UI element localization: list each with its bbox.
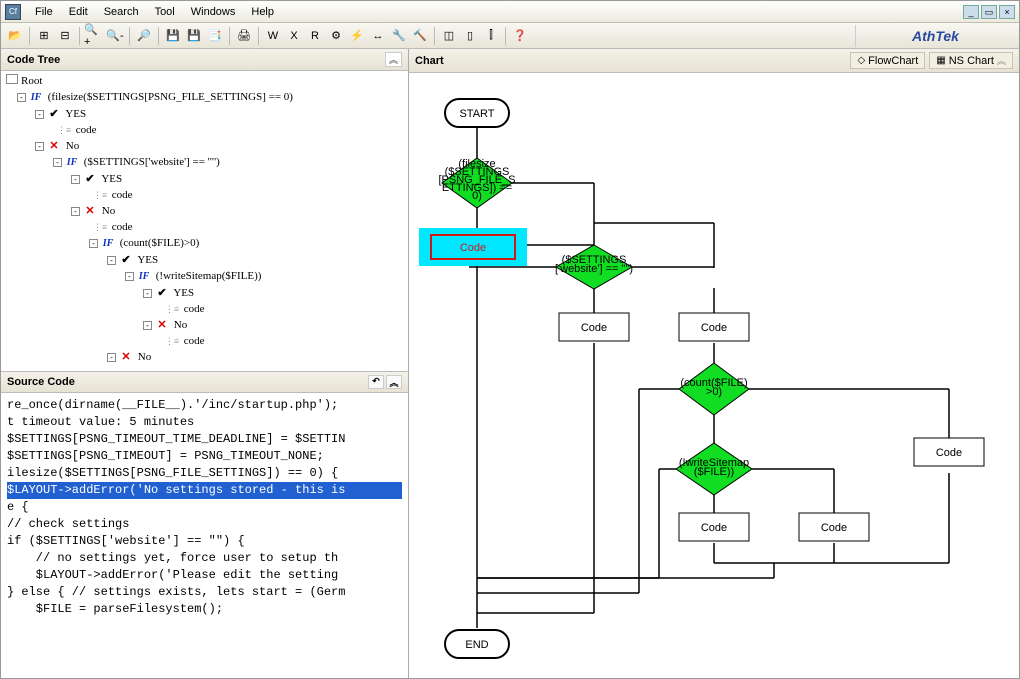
minimize-button[interactable]: _: [963, 5, 979, 19]
help-icon[interactable]: ❓: [510, 26, 530, 46]
flow-end[interactable]: END: [445, 630, 509, 658]
tab-nschart[interactable]: ▦NS Chart ︽: [929, 52, 1013, 69]
export-x-icon[interactable]: X: [284, 26, 304, 46]
maximize-button[interactable]: ▭: [981, 5, 997, 19]
flow-code-box[interactable]: Code: [559, 313, 629, 341]
flow-code-box[interactable]: Code: [799, 513, 869, 541]
svg-text:START: START: [459, 108, 494, 120]
svg-text:($FILE)): ($FILE)): [694, 466, 734, 478]
svg-text:Code: Code: [701, 522, 727, 534]
zoom-in-icon[interactable]: 🔍+: [84, 26, 104, 46]
menu-windows[interactable]: Windows: [183, 4, 244, 20]
menu-file[interactable]: File: [27, 4, 61, 20]
source-code-title: Source Code: [7, 376, 75, 388]
tree-root[interactable]: Root: [21, 75, 42, 87]
tree-if3[interactable]: (count($FILE)>0): [120, 237, 200, 249]
tree-if2[interactable]: ($SETTINGS['website'] == '"'): [84, 156, 220, 168]
menu-search[interactable]: Search: [96, 4, 147, 20]
svg-text:['website'] == ""): ['website'] == ""): [555, 263, 633, 275]
code-tree-title: Code Tree: [7, 54, 60, 66]
save-all-icon[interactable]: 💾: [184, 26, 204, 46]
export-word-icon[interactable]: W: [263, 26, 283, 46]
print-icon[interactable]: 🖨: [234, 26, 254, 46]
export-r-icon[interactable]: R: [305, 26, 325, 46]
tree-if4[interactable]: (!writeSitemap($FILE)): [156, 270, 262, 282]
flow-code-box[interactable]: Code: [679, 513, 749, 541]
chevron-icon[interactable]: ︽: [385, 52, 402, 67]
tool1-icon[interactable]: 🔧: [389, 26, 409, 46]
layout1-icon[interactable]: ◫: [439, 26, 459, 46]
source-code-header: Source Code ↶ ︽: [1, 371, 408, 393]
svg-text:Code: Code: [821, 522, 847, 534]
find-icon[interactable]: 🔎: [134, 26, 154, 46]
chevron-icon[interactable]: ︽: [386, 375, 402, 389]
expand-all-icon[interactable]: ⊞: [34, 26, 54, 46]
tree-if1[interactable]: (filesize($SETTINGS[PSNG_FILE_SETTINGS] …: [48, 91, 293, 103]
menubar: Cf File Edit Search Tool Windows Help _ …: [1, 1, 1019, 23]
nschart-icon: ▦: [936, 55, 945, 66]
run-icon[interactable]: ⚡: [347, 26, 367, 46]
close-button[interactable]: ×: [999, 5, 1015, 19]
menu-help[interactable]: Help: [243, 4, 282, 20]
undo-icon[interactable]: ↶: [368, 375, 384, 389]
flow-decision-1[interactable]: (filesize ($SETTINGS [PSNG_FILE_S ETTING…: [438, 158, 515, 208]
menu-edit[interactable]: Edit: [61, 4, 96, 20]
settings-icon[interactable]: ⚙: [326, 26, 346, 46]
compare-icon[interactable]: ↔: [368, 26, 388, 46]
copy-icon[interactable]: 📑: [205, 26, 225, 46]
toolbar: 📂 ⊞ ⊟ 🔍+ 🔍- 🔎 💾 💾 📑 🖨 W X R ⚙ ⚡ ↔ 🔧 🔨 ◫ …: [1, 23, 1019, 49]
chart-header: Chart ◇FlowChart ▦NS Chart ︽: [409, 49, 1019, 73]
flow-code-selected[interactable]: Code: [419, 228, 527, 266]
source-code-view[interactable]: re_once(dirname(__FILE__).'/inc/startup.…: [1, 393, 408, 678]
flow-code-box[interactable]: Code: [914, 438, 984, 466]
flow-decision-2[interactable]: ($SETTINGS ['website'] == ""): [555, 245, 633, 289]
chart-title: Chart: [415, 55, 444, 67]
layout2-icon[interactable]: ▯: [460, 26, 480, 46]
tree-toggle[interactable]: -: [17, 93, 26, 102]
svg-text:Code: Code: [460, 242, 486, 254]
svg-text:END: END: [465, 639, 488, 651]
open-icon[interactable]: 📂: [5, 26, 25, 46]
code-tree[interactable]: Root -IF (filesize($SETTINGS[PSNG_FILE_S…: [1, 71, 408, 371]
tab-flowchart[interactable]: ◇FlowChart: [850, 52, 925, 69]
layout3-icon[interactable]: ⫿: [481, 26, 501, 46]
svg-text:0): 0): [472, 190, 482, 202]
save-icon[interactable]: 💾: [163, 26, 183, 46]
flow-start[interactable]: START: [445, 99, 509, 127]
svg-text:>0): >0): [706, 386, 722, 398]
app-logo-icon: Cf: [5, 4, 21, 20]
svg-text:Code: Code: [701, 322, 727, 334]
flowchart-icon: ◇: [857, 55, 865, 66]
flow-decision-3[interactable]: (count($FILE) >0): [679, 363, 749, 415]
brand-label: AthTek: [855, 25, 1015, 47]
flow-code-box[interactable]: Code: [679, 313, 749, 341]
svg-text:Code: Code: [936, 447, 962, 459]
menu-tool[interactable]: Tool: [147, 4, 183, 20]
flow-decision-4[interactable]: (!writeSitemap ($FILE)): [676, 443, 752, 495]
zoom-out-icon[interactable]: 🔍-: [105, 26, 125, 46]
flowchart-canvas[interactable]: START (filesize ($SETTINGS [PSNG_FILE_S …: [409, 73, 1019, 678]
code-tree-header: Code Tree ︽: [1, 49, 408, 71]
collapse-all-icon[interactable]: ⊟: [55, 26, 75, 46]
tool2-icon[interactable]: 🔨: [410, 26, 430, 46]
svg-text:Code: Code: [581, 322, 607, 334]
